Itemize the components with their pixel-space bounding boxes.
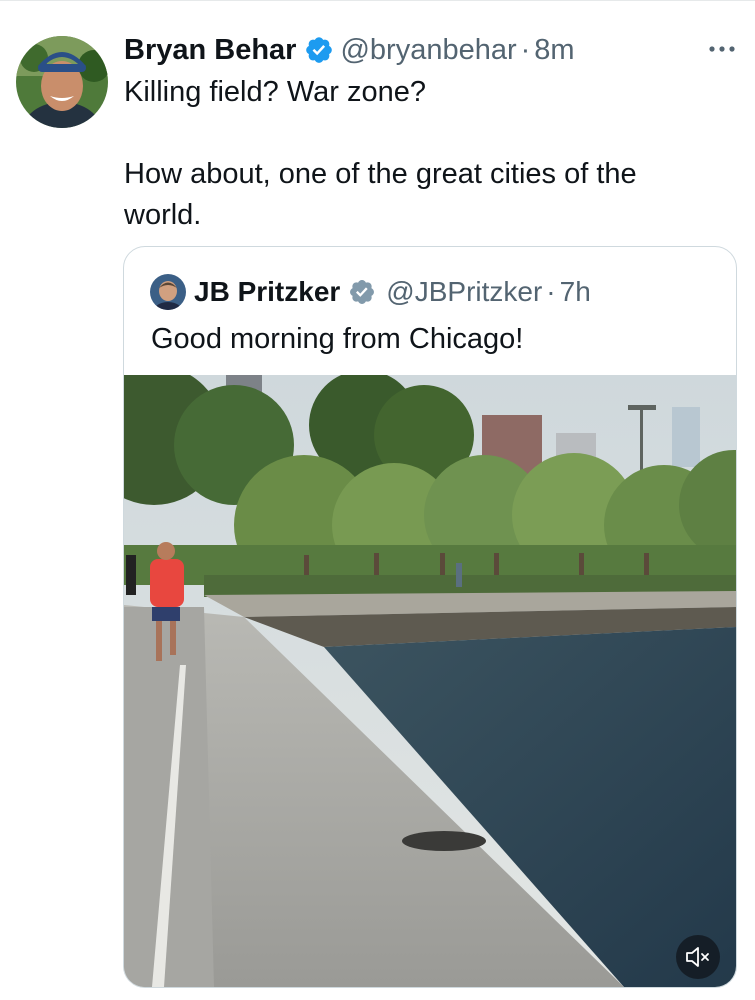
video-thumbnail[interactable]: [124, 375, 736, 987]
more-horizontal-icon[interactable]: [704, 34, 740, 64]
tweet-text-line: Killing field? War zone?: [124, 76, 426, 108]
tweet-text: Killing field? War zone? How about, one …: [124, 72, 714, 236]
quoted-author-avatar[interactable]: [150, 274, 186, 310]
separator-dot: ·: [520, 33, 531, 66]
tweet-timestamp[interactable]: 8m: [534, 34, 574, 67]
separator-dot: ·: [546, 276, 556, 307]
speaker-muted-icon[interactable]: [676, 935, 720, 979]
author-name[interactable]: Bryan Behar: [124, 34, 296, 67]
verified-badge-icon: [304, 35, 334, 65]
tweet-text-line: How about, one of the great cities of th…: [124, 158, 637, 231]
quoted-author-handle[interactable]: @JBPritzker: [386, 276, 542, 308]
verified-badge-icon: [348, 278, 376, 306]
quoted-author-name[interactable]: JB Pritzker: [194, 276, 340, 308]
quoted-tweet-text: Good morning from Chicago!: [151, 323, 524, 355]
tweet[interactable]: Bryan Behar @bryanbehar · 8m Killing fie…: [0, 0, 755, 1000]
tweet-header: Bryan Behar @bryanbehar · 8m: [124, 30, 575, 70]
author-handle[interactable]: @bryanbehar: [340, 34, 516, 67]
quoted-tweet-timestamp[interactable]: 7h: [560, 276, 591, 308]
author-avatar[interactable]: [16, 36, 108, 128]
quoted-tweet-header: JB Pritzker @JBPritzker · 7h: [194, 272, 591, 312]
quoted-tweet[interactable]: JB Pritzker @JBPritzker · 7h Good mornin…: [123, 246, 737, 988]
